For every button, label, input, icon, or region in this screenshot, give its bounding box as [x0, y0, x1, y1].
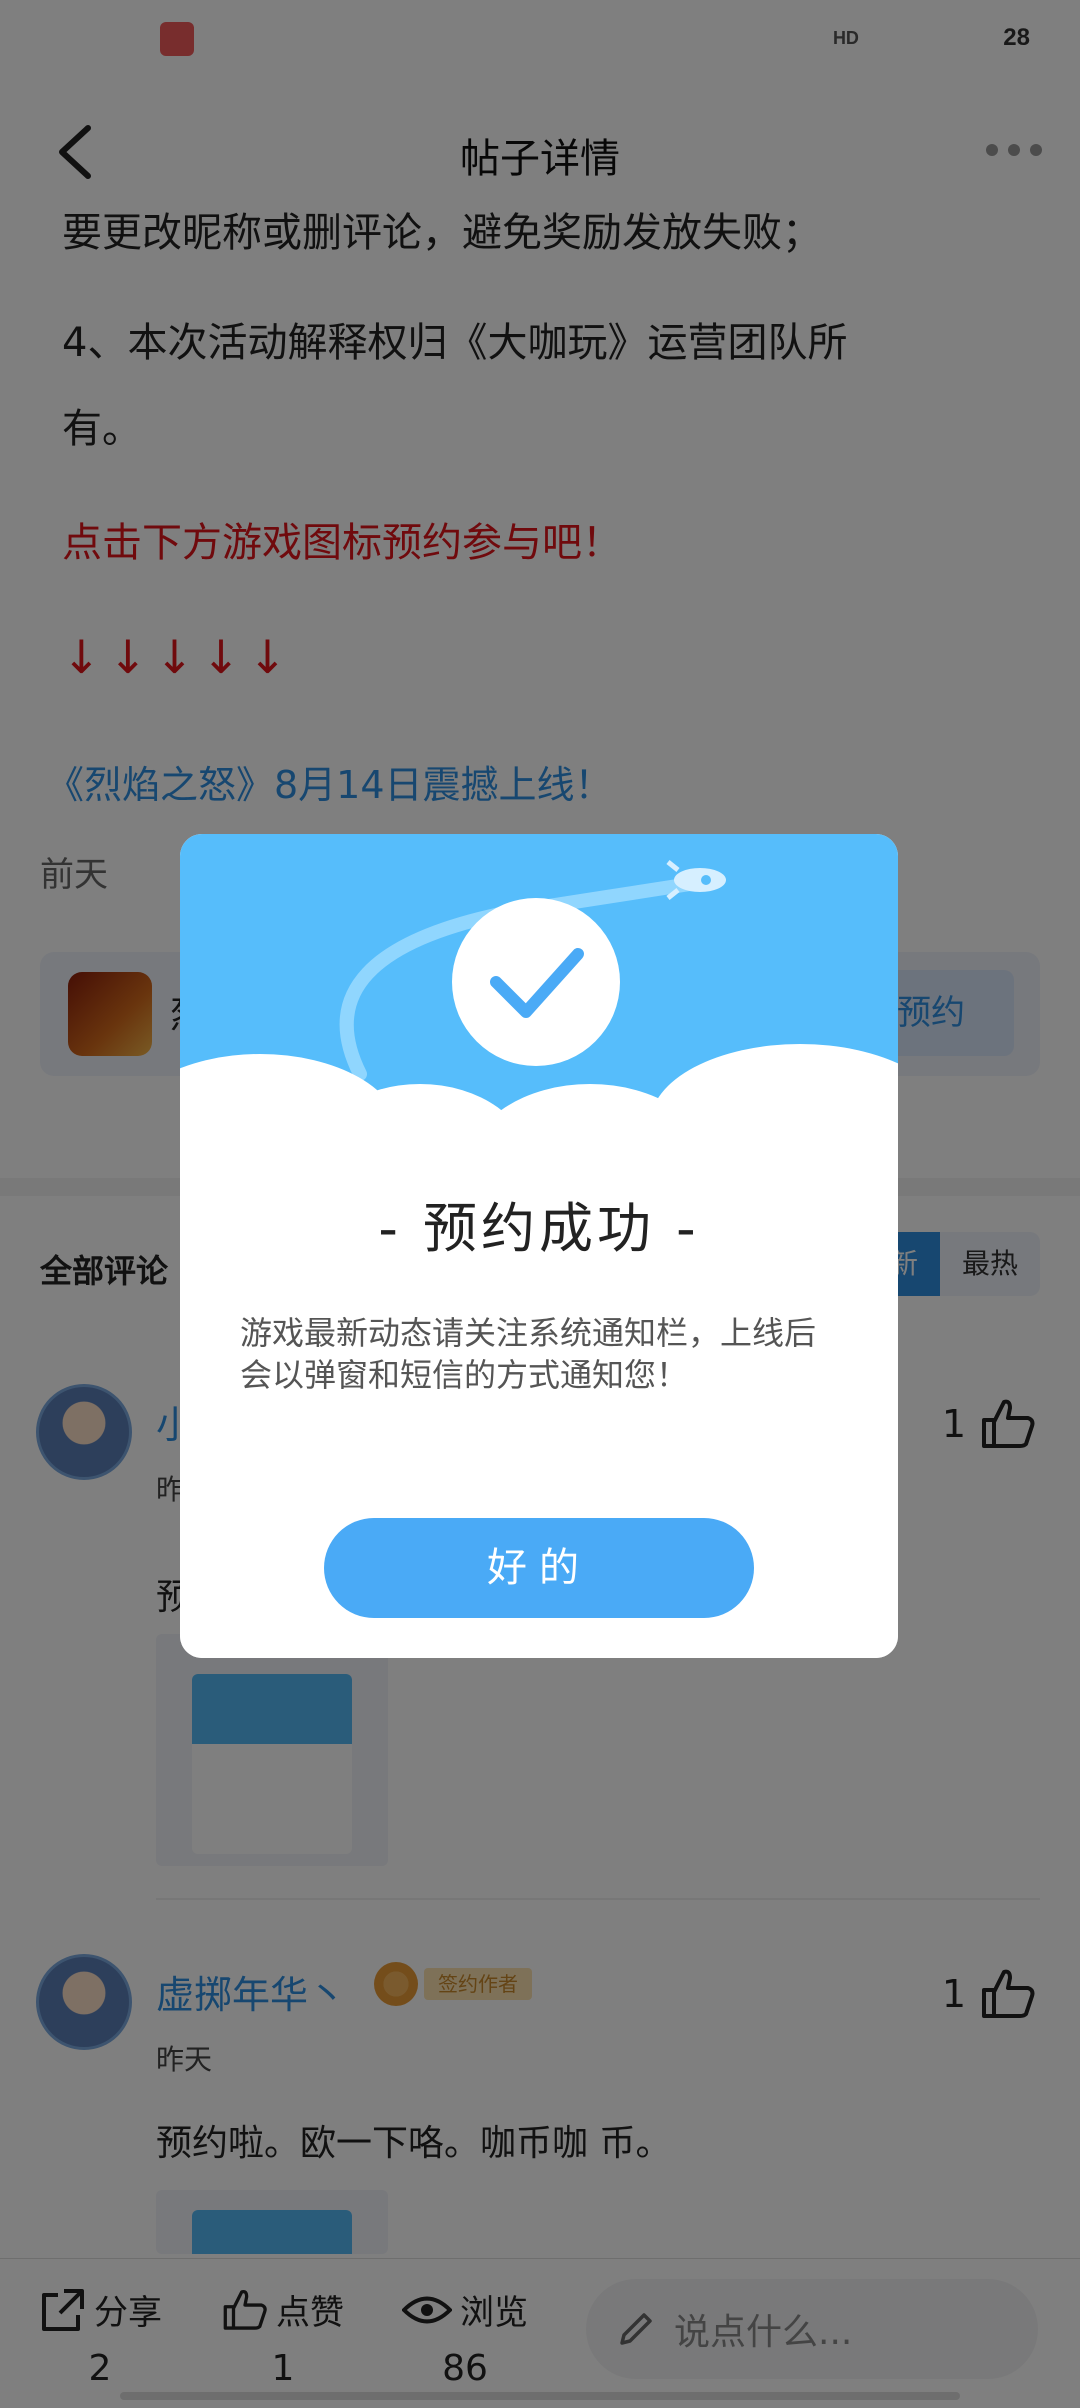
checkmark-icon — [452, 898, 620, 1066]
dialog-message: 游戏最新动态请关注系统通知栏，上线后会以弹窗和短信的方式通知您！ — [240, 1314, 817, 1394]
ok-button[interactable]: 好的 — [324, 1518, 754, 1618]
reservation-success-dialog: - 预约成功 - 游戏最新动态请关注系统通知栏，上线后会以弹窗和短信的方式通知您… — [180, 834, 898, 1658]
dialog-title: - 预约成功 - — [378, 1197, 700, 1260]
